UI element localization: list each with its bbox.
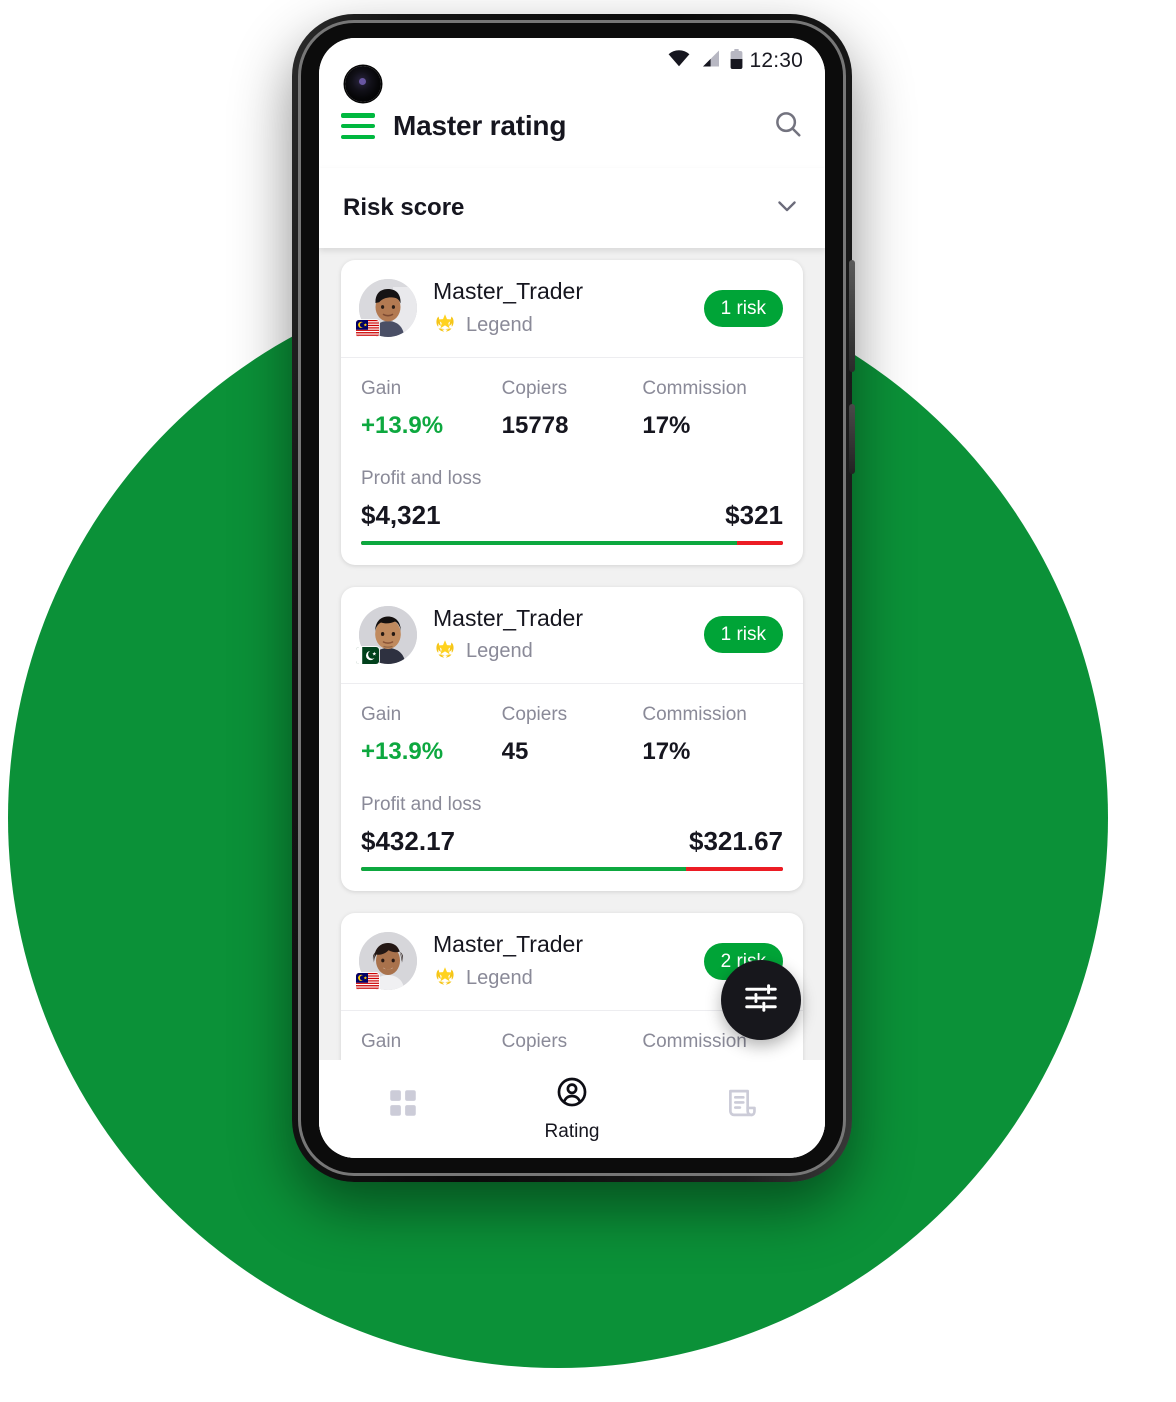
profit-loss-bar-red [736,540,783,545]
account-circle-icon [555,1075,589,1114]
trader-rank-row: Legend [433,965,688,992]
search-icon[interactable] [773,109,803,144]
trader-name: Master_Trader [433,278,583,304]
pakistan-flag-icon [356,646,379,664]
stat-label: Copiers [501,377,568,399]
nav-item-dashboard[interactable] [319,1086,488,1132]
trader-card[interactable]: Master_Trader [341,260,803,565]
trader-rank-row: Legend [433,312,688,339]
risk-score-filter-label: Risk score [343,194,465,221]
stat-value: 17% [642,411,691,439]
risk-badge: 1 risk [703,289,783,327]
stat-commission: Commission 17% [642,704,783,766]
front-camera-punch-hole [345,66,381,102]
document-receipt-icon [724,1086,758,1125]
stat-label: Copiers [501,704,568,726]
stat-value: 17% [642,738,691,766]
laurel-star-badge-icon [433,965,457,992]
trader-card[interactable]: Master_Trader [341,586,803,892]
trader-card-body: Gain +13.9% Copiers 15778 Commission 17%… [341,358,803,565]
stat-copiers: Copiers 15778 [502,378,643,440]
filter-fab-button[interactable] [721,960,801,1040]
laurel-star-badge-icon [433,638,457,665]
status-bar-icons [668,48,743,74]
stat-commission: Commission 17% [642,378,783,440]
trader-identity: Master_Trader Legend [433,931,688,992]
phone-screen: 12:30 Master rating Risk score Master_Tr… [319,38,825,1158]
trader-rank-label: Legend [466,966,533,989]
nav-item-label: Rating [544,1121,600,1142]
stat-label: Gain [361,704,402,726]
laurel-star-badge-icon [433,312,457,339]
loss-value: $321.67 [689,826,783,857]
status-bar: 12:30 [319,38,825,84]
stat-label: Gain [361,1030,402,1052]
profit-loss-values: $4,321 $321 [361,500,783,531]
avatar [356,605,417,664]
hamburger-menu-icon[interactable] [341,113,375,139]
trader-identity: Master_Trader Legend [433,605,688,666]
profit-loss-label: Profit and loss [361,794,482,816]
stat-label: Copiers [501,1030,568,1052]
cellular-signal-icon [700,50,720,72]
trader-stats-row: Gain +13.9% Copiers 45 Commission 17% [361,704,783,766]
wifi-icon [668,50,690,72]
profit-loss-bar-green [361,540,737,545]
profit-value: $432.17 [361,826,455,857]
profit-loss-bar-green [361,867,686,872]
trader-stats-row: Gain +13.9% Copiers 15778 Commission 17% [361,378,783,440]
page-title: Master rating [393,110,567,141]
trader-card-body: Gain +13.9% Copiers 45 Commission 17% Pr… [341,684,803,891]
tune-sliders-icon [742,979,780,1022]
grid-dashboard-icon [386,1086,420,1125]
profit-loss-bar [361,867,783,872]
phone-power-button[interactable] [849,260,855,372]
malaysia-flag-icon [356,973,379,991]
loss-value: $321 [725,499,783,530]
profit-loss-label: Profit and loss [361,467,482,489]
stat-label: Commission [642,704,747,726]
nav-item-rating[interactable]: Rating [488,1075,657,1143]
trader-identity: Master_Trader Legend [433,278,688,339]
stat-gain: Gain +13.9% [361,378,502,440]
nav-item-documents[interactable] [656,1086,825,1132]
stat-label: Gain [361,377,402,399]
stat-value: 15778 [501,411,569,439]
phone-volume-button[interactable] [849,404,855,474]
app-bar: Master rating [319,84,825,168]
stat-value: +13.9% [361,738,444,766]
avatar [356,279,417,338]
risk-badge: 1 risk [703,616,783,654]
trader-rank-row: Legend [433,638,688,665]
profit-value: $4,321 [361,499,441,530]
profit-loss-bar [361,540,783,545]
stat-value: 45 [501,738,529,766]
stat-copiers: Copiers 45 [502,704,643,766]
profit-loss-values: $432.17 $321.67 [361,826,783,857]
malaysia-flag-icon [356,320,379,338]
risk-score-filter-row[interactable]: Risk score [319,168,825,248]
stat-value: +13.9% [361,411,444,439]
trader-name: Master_Trader [433,931,583,958]
stat-label: Commission [642,377,747,399]
trader-rank-label: Legend [466,313,533,336]
trader-rank-label: Legend [466,640,533,663]
battery-icon [730,48,743,74]
profit-loss-bar-red [685,867,783,872]
trader-card-header: Master_Trader [341,587,803,685]
trader-card-header: Master_Trader [341,260,803,358]
trader-name: Master_Trader [433,604,583,631]
bottom-navigation-bar: Rating [319,1060,825,1158]
phone-device-frame: 12:30 Master rating Risk score Master_Tr… [292,14,855,1182]
avatar [356,932,417,991]
chevron-down-icon[interactable] [773,192,801,225]
status-bar-clock: 12:30 [749,49,803,72]
stat-gain: Gain +13.9% [361,704,502,766]
